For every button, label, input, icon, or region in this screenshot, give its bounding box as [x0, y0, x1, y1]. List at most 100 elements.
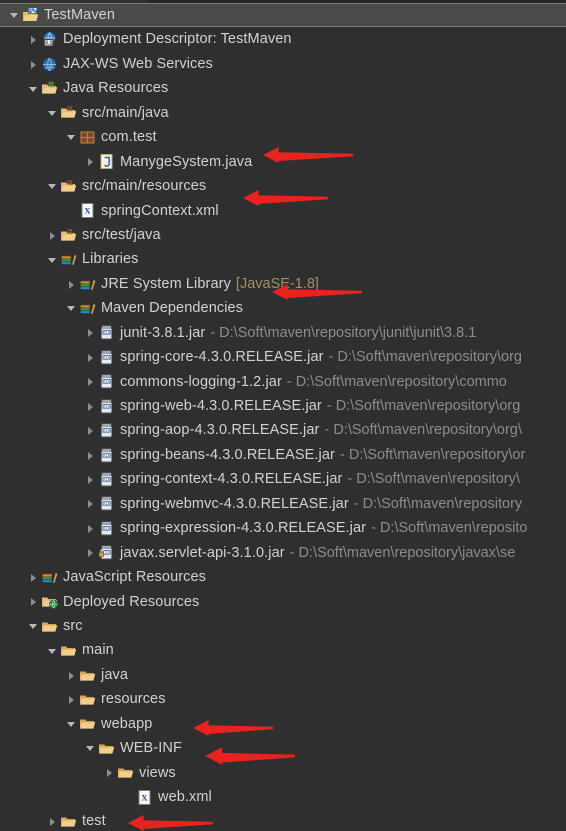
expand-arrow-icon[interactable]: [27, 28, 41, 52]
tree-row[interactable]: views: [0, 761, 566, 785]
expand-arrow-icon[interactable]: [84, 443, 98, 467]
tree-row[interactable]: WEB-INF: [0, 736, 566, 760]
tree-row-suffix: - D:\Soft\maven\repository\junit\junit\3…: [210, 324, 477, 341]
expand-arrow-icon[interactable]: [27, 52, 41, 76]
tree-row-label: resources: [101, 691, 166, 708]
svg-text:10: 10: [104, 550, 110, 555]
expand-arrow-icon[interactable]: [84, 541, 98, 565]
collapse-arrow-icon[interactable]: [46, 101, 60, 125]
tree-row[interactable]: 010 spring-webmvc-4.3.0.RELEASE.jar - D:\S…: [0, 492, 566, 516]
tree-row[interactable]: webapp: [0, 712, 566, 736]
collapse-arrow-icon[interactable]: [65, 125, 79, 149]
svg-text:X: X: [84, 206, 91, 216]
collapse-arrow-icon[interactable]: [27, 614, 41, 638]
tree-row[interactable]: 010 commons-logging-1.2.jar - D:\Soft\mave…: [0, 370, 566, 394]
tree-row[interactable]: src/main/java: [0, 101, 566, 125]
tree-row-label: JavaScript Resources: [63, 569, 207, 586]
tree-row[interactable]: 010 spring-aop-4.3.0.RELEASE.jar - D:\Soft…: [0, 418, 566, 442]
svg-text:010: 010: [103, 501, 111, 506]
tree-row[interactable]: 010 junit-3.8.1.jar - D:\Soft\maven\reposi…: [0, 321, 566, 345]
expand-arrow-icon[interactable]: [84, 419, 98, 443]
tree-row[interactable]: java: [0, 663, 566, 687]
jaxws-icon: [41, 56, 58, 73]
collapse-arrow-icon[interactable]: [46, 639, 60, 663]
folder-icon: [79, 715, 96, 732]
tree-row[interactable]: XspringContext.xml: [0, 199, 566, 223]
svg-text:010: 010: [103, 403, 111, 408]
tree-row[interactable]: ManygeSystem.java: [0, 150, 566, 174]
expand-arrow-icon[interactable]: [27, 590, 41, 614]
expand-arrow-icon[interactable]: [65, 272, 79, 296]
tree-row[interactable]: Maven Dependencies: [0, 296, 566, 320]
tree-row-suffix: - D:\Soft\maven\repository\org: [328, 349, 522, 366]
expand-arrow-icon[interactable]: [84, 370, 98, 394]
tree-row-label: springContext.xml: [101, 202, 219, 219]
expand-arrow-icon[interactable]: [46, 223, 60, 247]
tree-row[interactable]: resources: [0, 687, 566, 711]
collapse-arrow-icon[interactable]: [27, 77, 41, 101]
tree-row[interactable]: com.test: [0, 125, 566, 149]
tree-row[interactable]: main: [0, 638, 566, 662]
tree-row[interactable]: Libraries: [0, 247, 566, 271]
tree-row[interactable]: 010 spring-web-4.3.0.RELEASE.jar - D:\Soft…: [0, 394, 566, 418]
expand-arrow-icon[interactable]: [84, 492, 98, 516]
tree-row[interactable]: 010 spring-context-4.3.0.RELEASE.jar - D:\…: [0, 467, 566, 491]
expand-arrow-icon[interactable]: [27, 565, 41, 589]
tree-row-suffix: [JavaSE-1.8]: [235, 275, 319, 292]
tree-row[interactable]: JAX-WS Web Services: [0, 52, 566, 76]
tree-row[interactable]: Xweb.xml: [0, 785, 566, 809]
expand-arrow-icon[interactable]: [84, 345, 98, 369]
expand-arrow-icon[interactable]: [84, 321, 98, 345]
tree-row[interactable]: TestMaven: [0, 3, 566, 28]
java-resources-folder-icon: [41, 80, 58, 97]
jar-icon: 010: [98, 324, 115, 341]
tree-row-suffix: - D:\Soft\maven\repository\javax\se: [289, 544, 516, 561]
collapse-arrow-icon[interactable]: [65, 296, 79, 320]
tree-row[interactable]: JavaScript Resources: [0, 565, 566, 589]
tree-row-label: Deployed Resources: [63, 593, 200, 610]
tree-row[interactable]: 010 spring-core-4.3.0.RELEASE.jar - D:\Sof…: [0, 345, 566, 369]
svg-text:3.1: 3.1: [45, 41, 53, 47]
collapse-arrow-icon[interactable]: [65, 712, 79, 736]
tree-row-label: Deployment Descriptor: TestMaven: [63, 31, 292, 48]
tree-row-suffix: - D:\Soft\maven\repository\org\: [324, 422, 522, 439]
expand-arrow-icon[interactable]: [46, 810, 60, 831]
svg-text:010: 010: [103, 477, 111, 482]
folder-icon: [98, 740, 115, 757]
collapse-arrow-icon[interactable]: [46, 248, 60, 272]
tree-row-suffix: - D:\Soft\maven\repository\org: [326, 398, 521, 414]
svg-text:X: X: [141, 792, 148, 802]
tree-row[interactable]: src/main/resources: [0, 174, 566, 198]
expand-arrow-icon[interactable]: [103, 761, 117, 785]
tree-row-label: javax.servlet-api-3.1.0.jar: [120, 544, 285, 561]
expand-arrow-icon[interactable]: [65, 663, 79, 687]
expand-arrow-icon[interactable]: [84, 150, 98, 174]
collapse-arrow-icon[interactable]: [8, 3, 22, 27]
tree-row[interactable]: Deployed Resources: [0, 590, 566, 614]
tree-row[interactable]: 3.1 Deployment Descriptor: TestMaven: [0, 27, 566, 51]
tree-row[interactable]: src/test/java: [0, 223, 566, 247]
tree-row[interactable]: JRE System Library [JavaSE-1.8]: [0, 272, 566, 296]
tree-row-label: spring-context-4.3.0.RELEASE.jar: [120, 471, 343, 488]
expand-arrow-icon[interactable]: [65, 687, 79, 711]
expand-arrow-icon[interactable]: [84, 468, 98, 492]
tree-row-label: src/test/java: [82, 226, 161, 243]
jar-icon: 010: [98, 520, 115, 537]
project-explorer-tree[interactable]: TestMaven 3.1 Deployment Descriptor: TestM…: [0, 0, 566, 831]
tree-row-label: web.xml: [158, 789, 212, 805]
jar-icon: 010: [98, 495, 115, 512]
collapse-arrow-icon[interactable]: [46, 174, 60, 198]
tree-row[interactable]: src: [0, 614, 566, 638]
xml-file-icon: X: [79, 202, 96, 219]
tree-row[interactable]: 010 spring-beans-4.3.0.RELEASE.jar - D:\So…: [0, 443, 566, 467]
collapse-arrow-icon[interactable]: [84, 736, 98, 760]
expand-arrow-icon[interactable]: [84, 394, 98, 418]
tree-row[interactable]: 010 spring-expression-4.3.0.RELEASE.jar - …: [0, 516, 566, 540]
tree-row[interactable]: test: [0, 809, 566, 831]
tree-row[interactable]: 10 javax.servlet-api-3.1.0.jar - D:\Soft\m…: [0, 541, 566, 565]
source-folder-icon: [60, 227, 77, 244]
tree-row-label: spring-core-4.3.0.RELEASE.jar: [120, 349, 324, 366]
tree-row[interactable]: Java Resources: [0, 76, 566, 100]
jar-icon: 010: [98, 398, 115, 415]
expand-arrow-icon[interactable]: [84, 516, 98, 540]
